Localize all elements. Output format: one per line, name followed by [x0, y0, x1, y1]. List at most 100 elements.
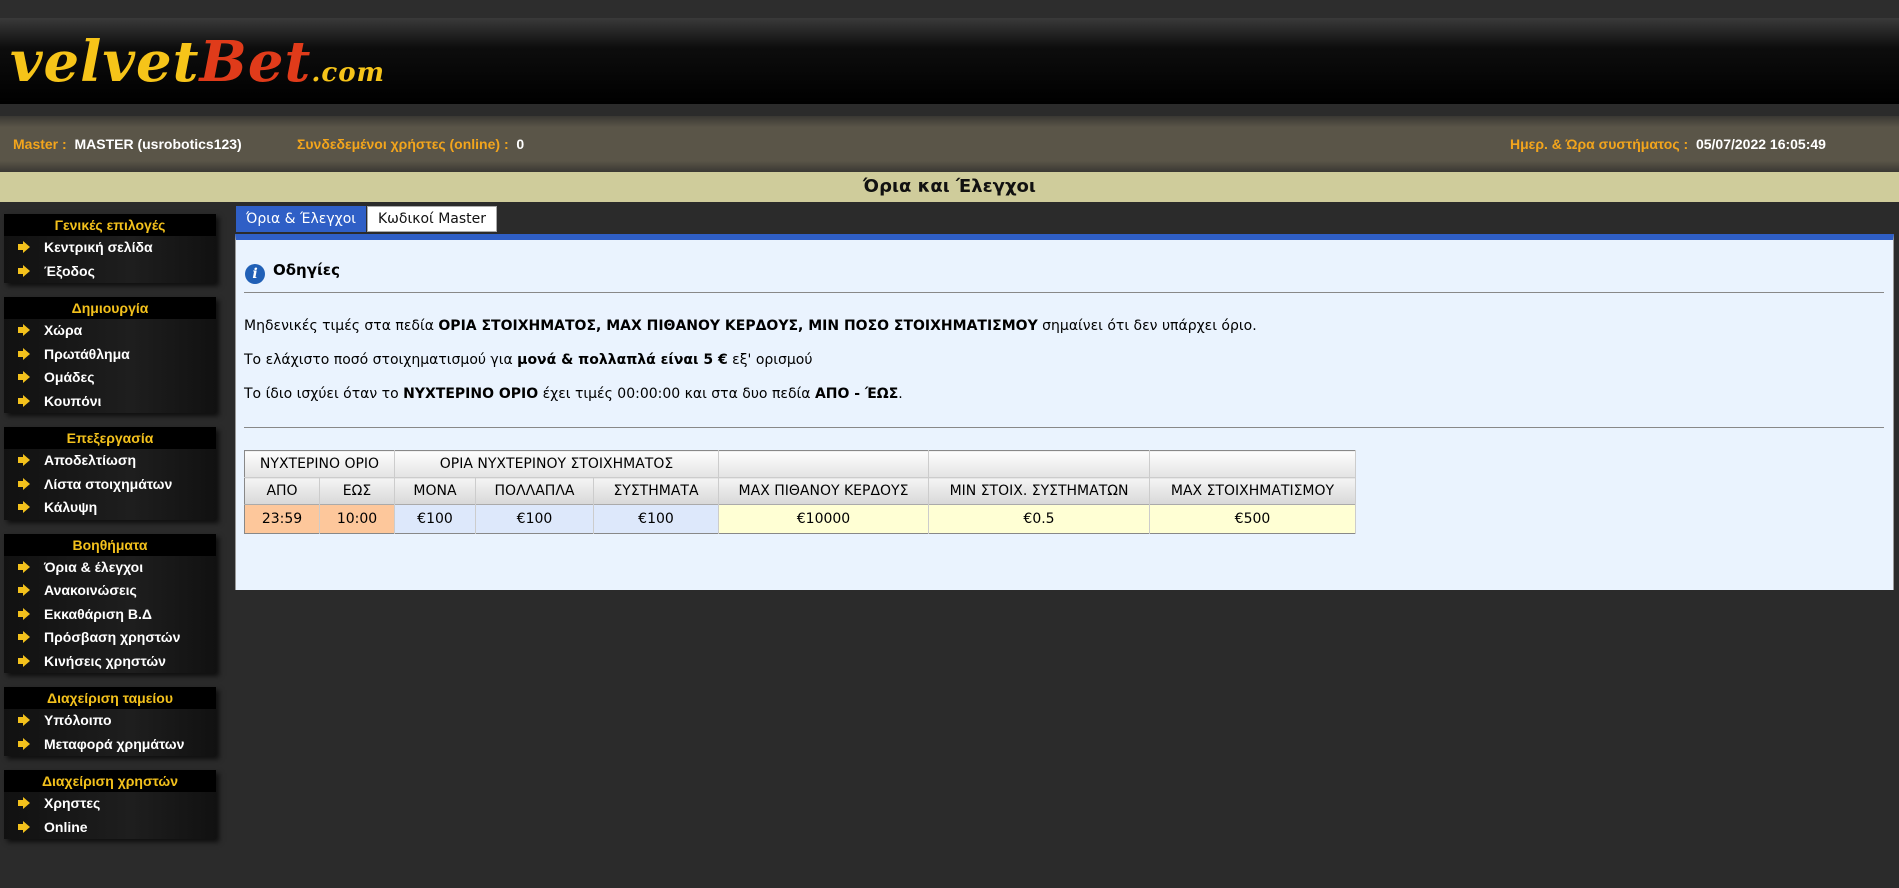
logo-part-1: velvet [10, 29, 200, 95]
cell-to[interactable]: 10:00 [319, 504, 395, 534]
sidebar-item-label: Ανακοινώσεις [44, 582, 137, 598]
header-singles: ΜΟΝΑ [394, 477, 476, 505]
sidebar-item-label: Κάλυψη [44, 499, 98, 515]
info-icon: i [245, 264, 265, 284]
sidebar-group-edit: Επεξεργασία Αποδελτίωση Λίστα στοιχημάτω… [4, 427, 216, 520]
arrow-right-icon [18, 394, 30, 407]
sidebar: Γενικές επιλογές Κεντρική σελίδα Έξοδος … [4, 214, 216, 853]
sidebar-item-country[interactable]: Χώρα [4, 319, 216, 343]
sidebar-item-label: Εκκαθάριση Β.Δ [44, 605, 152, 622]
sidebar-group-title: Επεξεργασία [4, 427, 216, 449]
tab-content: i Οδηγίες Μηδενικές τιμές στα πεδία ΟΡΙΑ … [235, 234, 1894, 590]
online-label: Συνδεδεμένοι χρήστες (online) : [297, 136, 509, 152]
header-night-limit: ΝΥΧΤΕΡΙΝΟ ΟΡΙΟ [244, 450, 395, 478]
text: Το ελάχιστο ποσό στοιχηματισμού για [244, 352, 518, 368]
sidebar-item-money-transfer[interactable]: Μεταφορά χρημάτων [4, 733, 216, 757]
sidebar-item-label: Αποδελτίωση [44, 452, 137, 468]
divider [244, 292, 1884, 293]
sidebar-item-users[interactable]: Χρηστες [4, 792, 216, 816]
sidebar-group-title: Βοηθήματα [4, 533, 216, 556]
arrow-right-icon [18, 324, 30, 336]
system-datetime-info: Ημερ. & Ώρα συστήματος : 05/07/2022 16:0… [1510, 136, 1826, 152]
bold-text: ΝΥΧΤΕΡΙΝΟ ΟΡΙΟ [403, 386, 539, 402]
header-min-system-bet: ΜΙΝ ΣΤΟΙΧ. ΣΥΣΤΗΜΑΤΩΝ [928, 477, 1150, 505]
sidebar-item-announcements[interactable]: Ανακοινώσεις [4, 579, 216, 603]
header-multiples: ΠΟΛΛΑΠΛΑ [475, 477, 594, 505]
datetime-value: 05/07/2022 16:05:49 [1695, 136, 1826, 152]
sidebar-item-logout[interactable]: Έξοδος [4, 260, 216, 284]
arrow-right-icon [18, 584, 30, 596]
site-header: velvetBet.com [0, 18, 1899, 104]
datetime-label: Ημερ. & Ώρα συστήματος : [1510, 136, 1689, 152]
online-users-info: Συνδεδεμένοι χρήστες (online) : 0 [297, 136, 524, 152]
arrow-right-icon [18, 347, 30, 360]
sidebar-item-label: Υπόλοιπο [44, 712, 112, 728]
sidebar-item-coupon[interactable]: Κουπόνι [4, 390, 216, 414]
sidebar-item-label: Ομάδες [44, 369, 95, 385]
sidebar-item-league[interactable]: Πρωτάθλημα [4, 343, 216, 367]
header-empty [928, 450, 1150, 478]
online-count: 0 [516, 136, 525, 152]
sidebar-group-title: Δημιουργία [4, 297, 216, 319]
divider [244, 427, 1884, 428]
arrow-right-icon [18, 737, 30, 750]
tab-limits-checks[interactable]: Όρια & Έλεγχοι [236, 206, 367, 232]
main-panel: Όρια & Έλεγχοι Κωδικοί Master i Οδηγίες Μ… [235, 204, 1896, 590]
sidebar-item-db-cleanup[interactable]: Εκκαθάριση Β.Δ [4, 603, 216, 627]
arrow-right-icon [18, 477, 30, 490]
sidebar-item-home[interactable]: Κεντρική σελίδα [4, 236, 216, 260]
header-empty [1149, 450, 1356, 478]
tab-bar: Όρια & Έλεγχοι Κωδικοί Master [235, 204, 1896, 234]
sidebar-group-users: Διαχείριση χρηστών Χρηστες Online [4, 770, 216, 839]
cell-min-system-bet[interactable]: €0.5 [928, 504, 1150, 534]
cell-systems[interactable]: €100 [593, 504, 719, 534]
sidebar-item-balance[interactable]: Υπόλοιπο [4, 709, 216, 733]
sidebar-item-label: Πρόσβαση χρηστών [44, 629, 181, 645]
sidebar-item-online[interactable]: Online [4, 816, 216, 840]
help-paragraph-3: Το ίδιο ισχύει όταν το ΝΥΧΤΕΡΙΝΟ ΟΡΙΟ έχ… [244, 386, 903, 402]
tab-master-codes[interactable]: Κωδικοί Master [367, 206, 498, 232]
sidebar-item-label: Μεταφορά χρημάτων [44, 735, 185, 752]
sidebar-item-settlement[interactable]: Αποδελτίωση [4, 449, 216, 473]
sidebar-item-label: Λίστα στοιχημάτων [44, 475, 173, 492]
master-info: Master : MASTER (usrobotics123) [13, 136, 242, 152]
header-systems: ΣΥΣΤΗΜΑΤΑ [593, 477, 719, 505]
sidebar-item-user-activity[interactable]: Κινήσεις χρηστών [4, 650, 216, 674]
arrow-right-icon [18, 797, 30, 809]
header-max-stake: ΜΑΧ ΣΤΟΙΧΗΜΑΤΙΣΜΟΥ [1149, 477, 1356, 505]
help-paragraph-1: Μηδενικές τιμές στα πεδία ΟΡΙΑ ΣΤΟΙΧΗΜΑΤ… [244, 318, 1257, 334]
table-subheader-row: ΑΠΟ ΕΩΣ ΜΟΝΑ ΠΟΛΛΑΠΛΑ ΣΥΣΤΗΜΑΤΑ ΜΑΧ ΠΙΘΑ… [244, 477, 1356, 505]
help-paragraph-2: Το ελάχιστο ποσό στοιχηματισμού για μονά… [244, 352, 812, 368]
sidebar-item-limits[interactable]: Όρια & έλεγχοι [4, 556, 216, 580]
text: . [898, 386, 903, 402]
text: Μηδενικές τιμές στα πεδία [244, 318, 439, 334]
site-logo[interactable]: velvetBet.com [10, 32, 385, 92]
arrow-right-icon [18, 714, 30, 726]
sidebar-item-user-access[interactable]: Πρόσβαση χρηστών [4, 626, 216, 650]
sidebar-group-general: Γενικές επιλογές Κεντρική σελίδα Έξοδος [4, 214, 216, 283]
master-value: MASTER (usrobotics123) [74, 136, 242, 152]
cell-multiples[interactable]: €100 [475, 504, 594, 534]
arrow-right-icon [18, 560, 30, 573]
sidebar-group-create: Δημιουργία Χώρα Πρωτάθλημα Ομάδες Κουπόν… [4, 297, 216, 413]
cell-max-stake[interactable]: €500 [1149, 504, 1356, 534]
header-night-bet-limits: ΟΡΙΑ ΝΥΧΤΕΡΙΝΟΥ ΣΤΟΙΧΗΜΑΤΟΣ [394, 450, 719, 478]
sidebar-item-coverage[interactable]: Κάλυψη [4, 496, 216, 520]
master-label: Master : [13, 136, 67, 152]
arrow-right-icon [18, 654, 30, 667]
header-max-win: ΜΑΧ ΠΙΘΑΝΟΥ ΚΕΡΔΟΥΣ [718, 477, 929, 505]
sidebar-group-title: Διαχείριση ταμείου [4, 687, 216, 709]
page-title: Όρια και Έλεγχοι [0, 172, 1899, 202]
arrow-right-icon [18, 501, 30, 513]
sidebar-item-teams[interactable]: Ομάδες [4, 366, 216, 390]
text: εξ' ορισμού [727, 352, 813, 368]
arrow-right-icon [18, 371, 30, 383]
table-header-row: ΝΥΧΤΕΡΙΝΟ ΟΡΙΟ ΟΡΙΑ ΝΥΧΤΕΡΙΝΟΥ ΣΤΟΙΧΗΜΑΤ… [244, 450, 1356, 478]
logo-part-2: Bet [199, 29, 312, 95]
cell-max-win[interactable]: €10000 [718, 504, 929, 534]
cell-singles[interactable]: €100 [394, 504, 476, 534]
sidebar-item-bet-list[interactable]: Λίστα στοιχημάτων [4, 473, 216, 497]
arrow-right-icon [18, 607, 30, 620]
sidebar-group-tools: Βοηθήματα Όρια & έλεγχοι Ανακοινώσεις Εκ… [4, 533, 216, 674]
cell-from[interactable]: 23:59 [244, 504, 320, 534]
